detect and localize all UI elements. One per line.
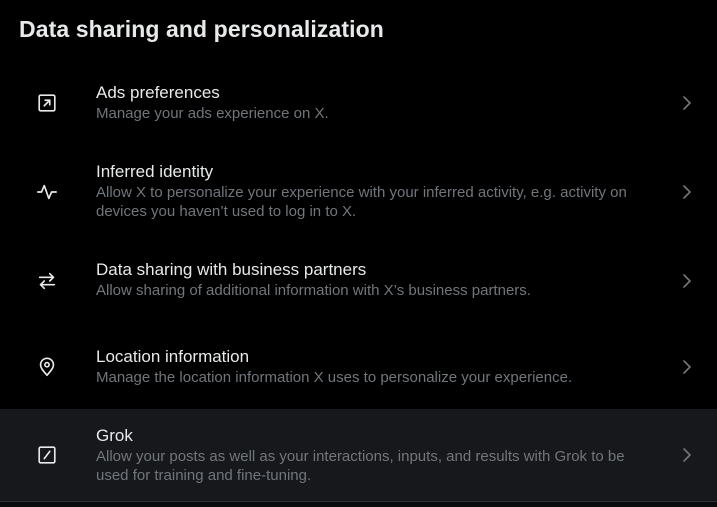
- item-description: Manage your ads experience on X.: [96, 105, 329, 122]
- item-label: Inferred identity: [96, 162, 214, 181]
- chevron-right-icon: [678, 446, 696, 464]
- swap-arrows-icon: [36, 270, 58, 292]
- settings-item-grok[interactable]: Grok Allow your posts as well as your in…: [0, 409, 717, 501]
- item-label: Ads preferences: [96, 83, 220, 102]
- item-description: Allow X to personalize your experience w…: [96, 184, 627, 220]
- item-label: Data sharing with business partners: [96, 260, 367, 279]
- item-label: Location information: [96, 347, 250, 366]
- external-arrow-icon: [36, 92, 58, 114]
- settings-item-location-information[interactable]: Location information Manage the location…: [0, 334, 717, 400]
- item-description: Allow sharing of additional information …: [96, 282, 531, 299]
- page-title: Data sharing and personalization: [19, 16, 384, 42]
- item-description: Allow your posts as well as your interac…: [96, 448, 625, 484]
- grok-slash-icon: [36, 444, 58, 466]
- chevron-right-icon: [678, 94, 696, 112]
- item-description: Manage the location information X uses t…: [96, 369, 573, 386]
- chevron-right-icon: [678, 358, 696, 376]
- item-label: Grok: [96, 426, 133, 445]
- chevron-right-icon: [678, 183, 696, 201]
- location-pin-icon: [36, 356, 58, 378]
- settings-item-ads-preferences[interactable]: Ads preferences Manage your ads experien…: [0, 73, 717, 133]
- divider: [0, 501, 717, 507]
- activity-pulse-icon: [36, 181, 58, 203]
- settings-page: Data sharing and personalization Ads pre…: [0, 0, 717, 507]
- settings-item-inferred-identity[interactable]: Inferred identity Allow X to personalize…: [0, 150, 717, 234]
- settings-item-data-sharing[interactable]: Data sharing with business partners Allo…: [0, 248, 717, 314]
- chevron-right-icon: [678, 272, 696, 290]
